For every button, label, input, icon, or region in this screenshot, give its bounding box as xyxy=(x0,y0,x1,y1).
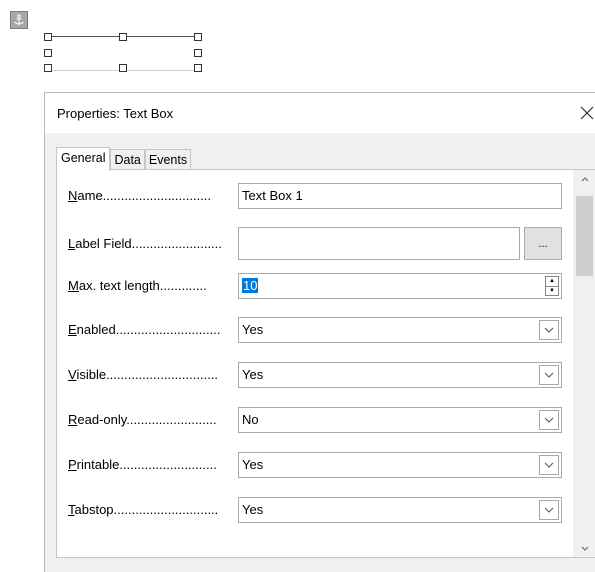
label-field-input[interactable] xyxy=(238,227,520,260)
properties-dialog: Properties: Text Box General Data Events… xyxy=(44,92,595,572)
resize-handle-sw[interactable] xyxy=(44,64,52,72)
visible-value: Yes xyxy=(242,367,264,382)
enabled-row: Enabled............................. Yes xyxy=(57,317,577,345)
chevron-down-icon[interactable] xyxy=(539,365,559,385)
spin-up-icon[interactable]: ▲ xyxy=(546,277,558,286)
resize-handle-se[interactable] xyxy=(194,64,202,72)
read-only-row: Read-only......................... No xyxy=(57,407,577,435)
max-text-length-value: 10 xyxy=(242,278,259,293)
tabstop-label: Tabstop............................. xyxy=(68,502,219,517)
name-label: Name.............................. xyxy=(68,188,212,203)
anchor-icon[interactable] xyxy=(10,11,28,29)
close-icon[interactable] xyxy=(575,101,595,125)
read-only-label: Read-only......................... xyxy=(68,412,217,427)
text-box-selection[interactable] xyxy=(44,33,202,72)
printable-select[interactable]: Yes xyxy=(238,452,562,478)
label-field-row: Label Field......................... ... xyxy=(57,227,577,260)
printable-row: Printable........................... Yes xyxy=(57,452,577,480)
name-input[interactable]: Text Box 1 xyxy=(238,183,562,209)
chevron-down-icon[interactable] xyxy=(539,320,559,340)
read-only-value: No xyxy=(242,412,259,427)
dialog-title: Properties: Text Box xyxy=(57,106,174,121)
visible-select[interactable]: Yes xyxy=(238,362,562,388)
spin-down-icon[interactable]: ▼ xyxy=(546,285,558,296)
resize-handle-e[interactable] xyxy=(194,49,202,57)
general-tab-page: Name.............................. Text … xyxy=(56,169,595,558)
dialog-titlebar: Properties: Text Box xyxy=(45,93,595,133)
read-only-select[interactable]: No xyxy=(238,407,562,433)
spin-buttons[interactable]: ▲ ▼ xyxy=(545,276,559,296)
vertical-scrollbar[interactable] xyxy=(573,170,595,557)
max-text-length-row: Max. text length............. 10 ▲ ▼ xyxy=(57,273,577,301)
enabled-label: Enabled............................. xyxy=(68,322,221,337)
chevron-down-icon[interactable] xyxy=(539,410,559,430)
scrollbar-thumb[interactable] xyxy=(576,196,593,276)
resize-handle-w[interactable] xyxy=(44,49,52,57)
tabstop-row: Tabstop............................. Yes xyxy=(57,497,577,525)
tab-events[interactable]: Events xyxy=(144,149,192,171)
resize-handle-nw[interactable] xyxy=(44,33,52,41)
scroll-down-icon[interactable] xyxy=(573,539,595,557)
printable-value: Yes xyxy=(242,457,264,472)
chevron-down-icon[interactable] xyxy=(539,500,559,520)
label-field-browse-button[interactable]: ... xyxy=(524,227,562,260)
tab-strip: General Data Events xyxy=(56,147,192,171)
enabled-select[interactable]: Yes xyxy=(238,317,562,343)
label-field-label: Label Field......................... xyxy=(68,236,222,251)
printable-label: Printable........................... xyxy=(68,457,217,472)
max-text-length-label: Max. text length............. xyxy=(68,278,207,293)
tab-data[interactable]: Data xyxy=(110,149,145,171)
resize-handle-n[interactable] xyxy=(119,33,127,41)
resize-handle-s[interactable] xyxy=(119,64,127,72)
visible-label: Visible............................... xyxy=(68,367,219,382)
tab-general[interactable]: General xyxy=(56,147,111,171)
chevron-down-icon[interactable] xyxy=(539,455,559,475)
tabstop-select[interactable]: Yes xyxy=(238,497,562,523)
resize-handle-ne[interactable] xyxy=(194,33,202,41)
enabled-value: Yes xyxy=(242,322,264,337)
max-text-length-spinbox[interactable]: 10 ▲ ▼ xyxy=(238,273,562,299)
scroll-up-icon[interactable] xyxy=(573,170,595,188)
tabstop-value: Yes xyxy=(242,502,264,517)
visible-row: Visible............................... Y… xyxy=(57,362,577,390)
name-row: Name.............................. Text … xyxy=(57,183,577,211)
